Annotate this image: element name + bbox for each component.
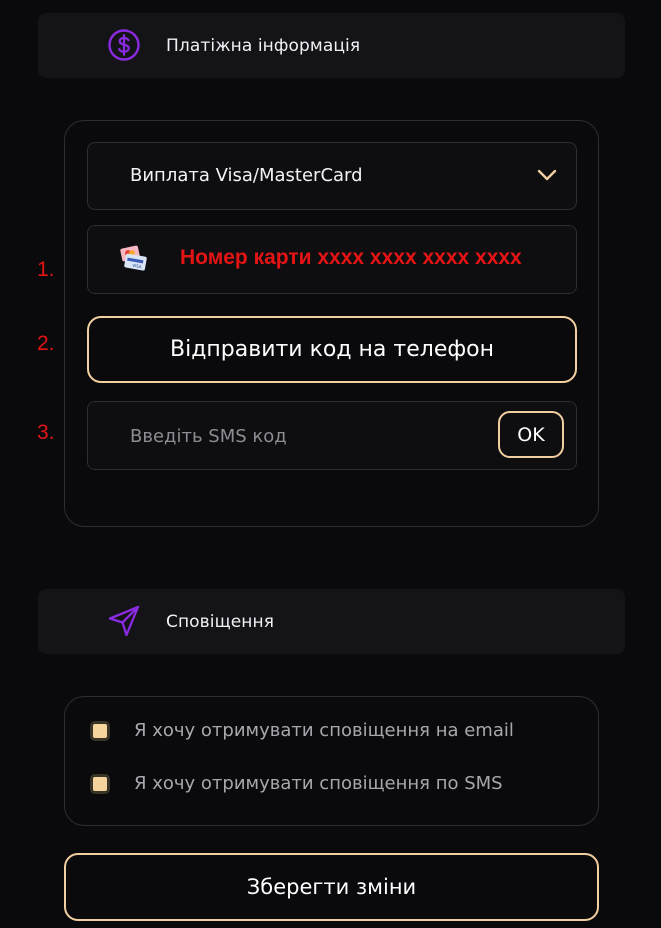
- card-number-text: Номер карти xxxx xxxx xxxx xxxx: [180, 246, 522, 269]
- payment-section-title: Платіжна інформація: [166, 35, 361, 56]
- email-notification-checkbox[interactable]: [90, 720, 110, 741]
- step-1-marker: 1.: [37, 258, 55, 281]
- notifications-section-header: Сповіщення: [38, 589, 625, 654]
- payment-section-header: Платіжна інформація: [38, 13, 625, 78]
- step-2-marker: 2.: [37, 332, 55, 355]
- email-notification-label: Я хочу отримувати сповіщення на email: [134, 720, 514, 741]
- save-changes-button[interactable]: Зберегти зміни: [64, 853, 599, 921]
- card-number-field[interactable]: VISA Номер карти xxxx xxxx xxxx xxxx: [87, 225, 577, 294]
- send-code-button[interactable]: Відправити код на телефон: [87, 316, 577, 383]
- sms-notification-option[interactable]: Я хочу отримувати сповіщення по SMS: [90, 773, 503, 794]
- notifications-section-title: Сповіщення: [166, 611, 275, 632]
- notifications-panel: [64, 696, 599, 826]
- ok-button[interactable]: OK: [498, 411, 564, 458]
- send-icon: [108, 605, 140, 637]
- credit-card-icon: VISA: [120, 245, 147, 271]
- payout-method-value: Виплата Visa/MasterCard: [130, 165, 363, 186]
- sms-notification-label: Я хочу отримувати сповіщення по SMS: [134, 773, 503, 794]
- payout-method-select[interactable]: Виплата Visa/MasterCard: [87, 142, 577, 210]
- dollar-icon: [108, 29, 140, 61]
- sms-notification-checkbox[interactable]: [90, 773, 110, 794]
- email-notification-option[interactable]: Я хочу отримувати сповіщення на email: [90, 720, 514, 741]
- sms-code-placeholder: Введіть SMS код: [130, 426, 287, 447]
- sms-code-field[interactable]: Введіть SMS код OK: [87, 401, 577, 470]
- chevron-down-icon: [537, 169, 557, 181]
- step-3-marker: 3.: [37, 421, 55, 444]
